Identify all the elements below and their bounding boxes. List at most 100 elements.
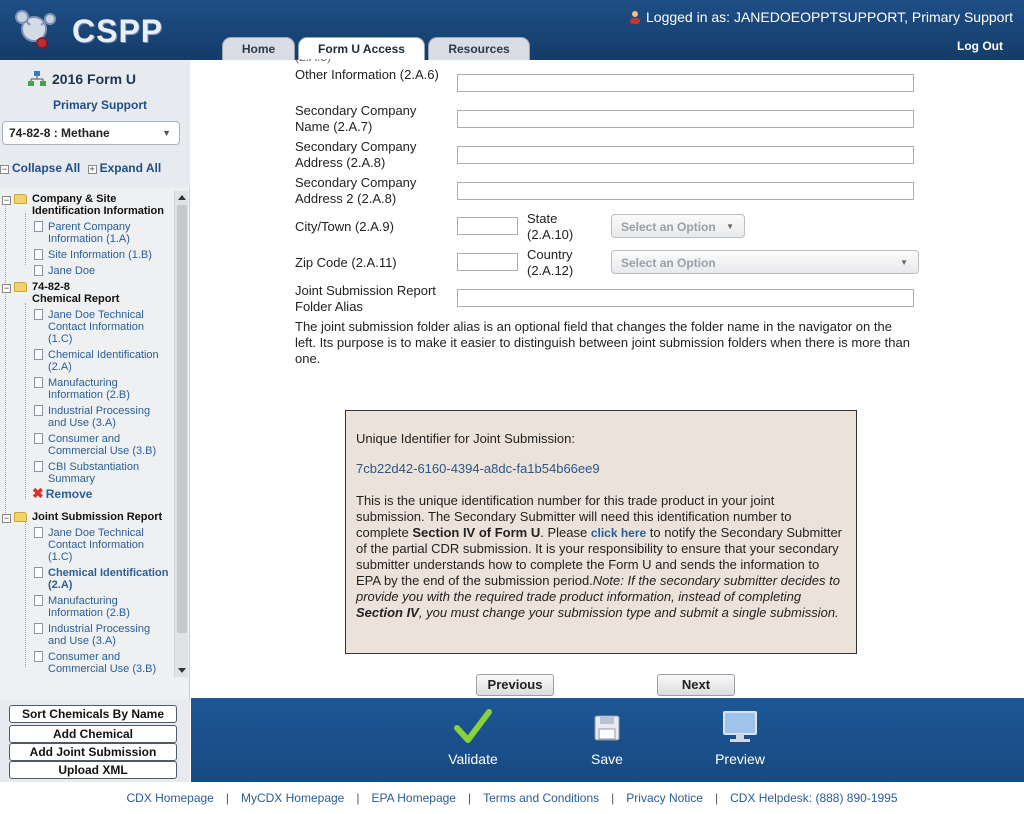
tree-scrollbar[interactable] xyxy=(174,191,188,677)
scroll-down-arrow-icon[interactable] xyxy=(178,668,186,673)
remove-chemical-button[interactable]: ✖ Remove xyxy=(32,486,93,501)
validate-button[interactable]: Validate xyxy=(433,708,513,767)
sort-chemicals-button[interactable]: Sort Chemicals By Name xyxy=(9,705,177,723)
unique-identifier: 7cb22d42-6160-4394-a8dc-fa1b54b66ee9 xyxy=(356,461,600,476)
chemical-select-value: 74-82-8 : Methane xyxy=(9,126,110,140)
tree-folder-chemical[interactable]: − xyxy=(2,282,30,294)
scroll-thumb[interactable] xyxy=(177,205,187,633)
tree-item-label: Consumer and Commercial Use (3.B) xyxy=(48,651,157,675)
tab-home[interactable]: Home xyxy=(222,37,295,60)
tree-item[interactable]: Jane Doe Technical Contact Information (… xyxy=(34,527,170,563)
tree-folder-company[interactable]: − xyxy=(2,194,30,206)
minus-icon: − xyxy=(2,513,11,523)
tree-folder-joint[interactable]: − xyxy=(2,512,30,524)
folder-icon xyxy=(14,194,27,204)
upload-xml-button[interactable]: Upload XML xyxy=(9,761,177,779)
city-input[interactable] xyxy=(457,217,518,235)
tab-form-u-access[interactable]: Form U Access xyxy=(298,37,425,60)
document-icon xyxy=(34,433,43,444)
minus-icon: − xyxy=(0,164,9,174)
document-icon xyxy=(34,567,43,578)
document-icon xyxy=(34,527,43,538)
add-joint-submission-button[interactable]: Add Joint Submission xyxy=(9,743,177,761)
tree-item-label: Jane Doe Technical Contact Information (… xyxy=(48,309,144,345)
id-panel-description: This is the unique identification number… xyxy=(356,493,846,621)
chevron-down-icon: ▼ xyxy=(726,222,734,231)
logo-text: CSPP xyxy=(72,13,164,49)
tree-item[interactable]: Industrial Processing and Use (3.A) xyxy=(34,623,170,647)
country-select[interactable]: Select an Option ▼ xyxy=(611,250,919,274)
tree-item-selected[interactable]: Chemical Identification (2.A) xyxy=(34,567,172,591)
scroll-up-arrow-icon[interactable] xyxy=(178,195,186,200)
tree-item-label: Manufacturing Information (2.B) xyxy=(48,595,130,619)
tree-folder-joint-label[interactable]: Joint Submission Report xyxy=(32,511,174,523)
tab-resources[interactable]: Resources xyxy=(428,37,530,60)
tree-item[interactable]: Consumer and Commercial Use (3.B) xyxy=(34,651,170,675)
remove-label: Remove xyxy=(45,487,93,501)
save-button[interactable]: Save xyxy=(567,708,647,767)
tree-item-label: Parent Company Information (1.A) xyxy=(48,221,131,245)
add-chemical-button[interactable]: Add Chemical xyxy=(9,725,177,743)
zip-code-label: Zip Code (2.A.11) xyxy=(295,255,397,270)
document-icon xyxy=(34,651,43,662)
secondary-company-address-label: Secondary Company Address (2.A.8) xyxy=(295,139,417,170)
chemical-folder-title: Chemical Report xyxy=(32,293,120,305)
tree-item-label: Jane Doe xyxy=(48,265,96,277)
tree-item-label: Chemical Identification (2.A) xyxy=(48,567,169,591)
next-button[interactable]: Next xyxy=(657,674,735,696)
tree-folder-company-label[interactable]: Company & Site Identification Informatio… xyxy=(32,193,174,217)
state-select-value: Select an Option xyxy=(621,220,716,234)
validate-label: Validate xyxy=(448,751,498,767)
document-icon xyxy=(34,623,43,634)
tree-item-label: Industrial Processing and Use (3.A) xyxy=(48,623,151,647)
previous-button[interactable]: Previous xyxy=(476,674,554,696)
folder-alias-help: The joint submission folder alias is an … xyxy=(295,319,910,366)
id-note-2: , you must change your submission type a… xyxy=(418,605,839,620)
footer-link-privacy[interactable]: Privacy Notice xyxy=(626,791,703,805)
folder-alias-label: Joint Submission Report Folder Alias xyxy=(295,283,436,314)
preview-button[interactable]: Preview xyxy=(700,708,780,767)
tree-controls: − Collapse All + Expand All xyxy=(0,161,161,175)
folder-alias-input[interactable] xyxy=(457,289,914,307)
form-content: (2.A.5) Other Information (2.A.6) Second… xyxy=(191,59,1024,698)
plus-icon: + xyxy=(87,164,97,174)
tree-folder-chemical-label[interactable]: 74-82-8 Chemical Report xyxy=(32,281,174,305)
floppy-disk-icon xyxy=(594,715,620,741)
secondary-company-address-input[interactable] xyxy=(457,146,914,164)
user-role: Primary Support xyxy=(52,98,148,112)
form-title: 2016 Form U xyxy=(28,71,136,87)
tree-item-label: Chemical Identification (2.A) xyxy=(48,349,159,373)
cspp-logo[interactable]: CSPP xyxy=(12,5,162,53)
collapse-all-button[interactable]: − Collapse All xyxy=(0,161,80,175)
molecule-logo-icon xyxy=(15,10,56,49)
footer-link-epa-homepage[interactable]: EPA Homepage xyxy=(371,791,456,805)
secondary-company-address2-input[interactable] xyxy=(457,182,914,200)
tree-item[interactable]: CBI Substantiation Summary xyxy=(34,461,170,485)
tree-item[interactable]: Industrial Processing and Use (3.A) xyxy=(34,405,170,429)
tree-item[interactable]: Site Information (1.B) xyxy=(34,249,170,261)
folder-icon xyxy=(14,512,27,522)
state-select[interactable]: Select an Option ▼ xyxy=(611,214,745,238)
tree-item[interactable]: Manufacturing Information (2.B) xyxy=(34,595,170,619)
footer-link-terms[interactable]: Terms and Conditions xyxy=(483,791,599,805)
expand-all-button[interactable]: + Expand All xyxy=(87,161,161,175)
tree-item[interactable]: Chemical Identification (2.A) xyxy=(34,349,170,373)
logout-link[interactable]: Log Out xyxy=(957,39,1003,53)
document-icon xyxy=(34,595,43,606)
tree-item[interactable]: Jane Doe Technical Contact Information (… xyxy=(34,309,170,345)
chemical-select[interactable]: 74-82-8 : Methane ▼ xyxy=(2,121,180,145)
document-icon xyxy=(34,309,43,320)
tree-item[interactable]: Parent Company Information (1.A) xyxy=(34,221,170,245)
tree-item[interactable]: Manufacturing Information (2.B) xyxy=(34,377,170,401)
tree-item[interactable]: Jane Doe xyxy=(34,265,170,277)
footer-link-mycdx-homepage[interactable]: MyCDX Homepage xyxy=(241,791,344,805)
tree-item-label: Jane Doe Technical Contact Information (… xyxy=(48,527,144,563)
zip-code-input[interactable] xyxy=(457,253,518,271)
secondary-company-name-input[interactable] xyxy=(457,110,914,128)
other-information-input[interactable] xyxy=(457,74,914,92)
id-text-bold: Section IV of Form U xyxy=(412,525,541,540)
tree-item[interactable]: Consumer and Commercial Use (3.B) xyxy=(34,433,170,457)
footer-link-cdx-homepage[interactable]: CDX Homepage xyxy=(126,791,213,805)
save-label: Save xyxy=(591,751,623,767)
notify-secondary-link[interactable]: click here xyxy=(591,526,646,540)
